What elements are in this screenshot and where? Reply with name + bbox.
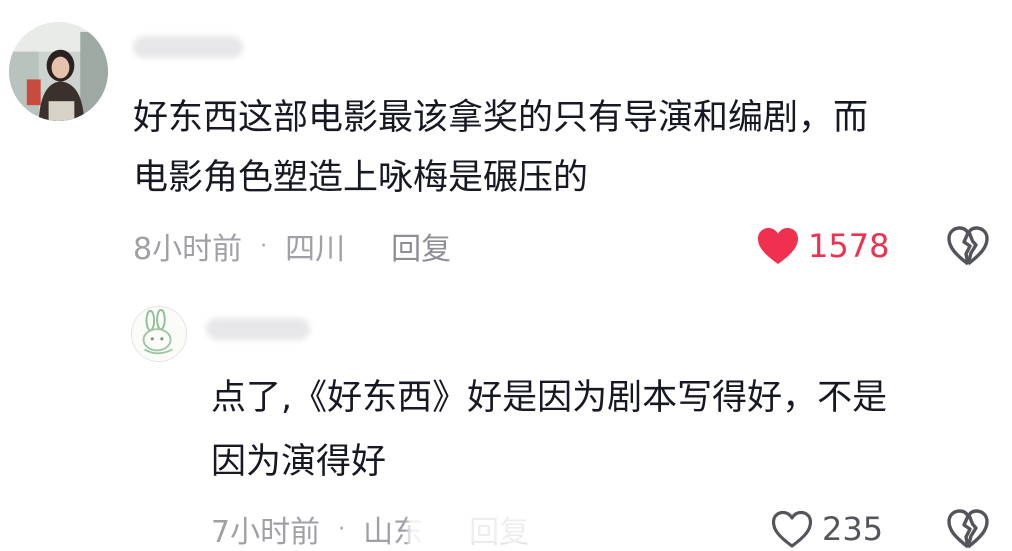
username-blurred[interactable] bbox=[206, 318, 310, 340]
separator-dot: · bbox=[338, 516, 346, 542]
bunny-avatar-icon bbox=[132, 307, 186, 361]
comment-time: 7小时前 bbox=[211, 515, 321, 550]
dislike-button[interactable] bbox=[946, 507, 990, 551]
avatar[interactable] bbox=[9, 22, 108, 121]
avatar[interactable] bbox=[131, 306, 187, 362]
username-blurred[interactable] bbox=[133, 36, 243, 58]
comment-text-line: 电影角色塑造上咏梅是碾压的 bbox=[133, 158, 589, 198]
comment-location: 四川 bbox=[285, 232, 346, 267]
heart-outline-icon bbox=[771, 510, 813, 548]
watermark-overlay bbox=[408, 512, 608, 546]
comment-text-line: 因为演得好 bbox=[211, 442, 387, 482]
comment-text-line: 点了,《好东西》好是因为剧本写得好，不是 bbox=[211, 378, 888, 418]
heart-filled-icon bbox=[758, 228, 798, 264]
comment-time: 8小时前 bbox=[133, 232, 243, 267]
separator-dot: · bbox=[260, 233, 268, 259]
comment-meta: 8小时前 · 四川 回复 bbox=[133, 224, 451, 268]
dislike-button[interactable] bbox=[946, 224, 990, 268]
like-count: 1578 bbox=[808, 227, 890, 265]
avatar-photo bbox=[9, 22, 108, 121]
broken-heart-icon bbox=[947, 509, 989, 549]
like-count: 235 bbox=[822, 510, 884, 548]
broken-heart-icon bbox=[947, 226, 989, 266]
like-button[interactable]: 1578 bbox=[756, 226, 889, 266]
like-button[interactable]: 235 bbox=[770, 509, 883, 549]
comment-text-line: 好东西这部电影最该拿奖的只有导演和编剧，而 bbox=[133, 98, 869, 138]
reply-button[interactable]: 回复 bbox=[391, 224, 451, 268]
